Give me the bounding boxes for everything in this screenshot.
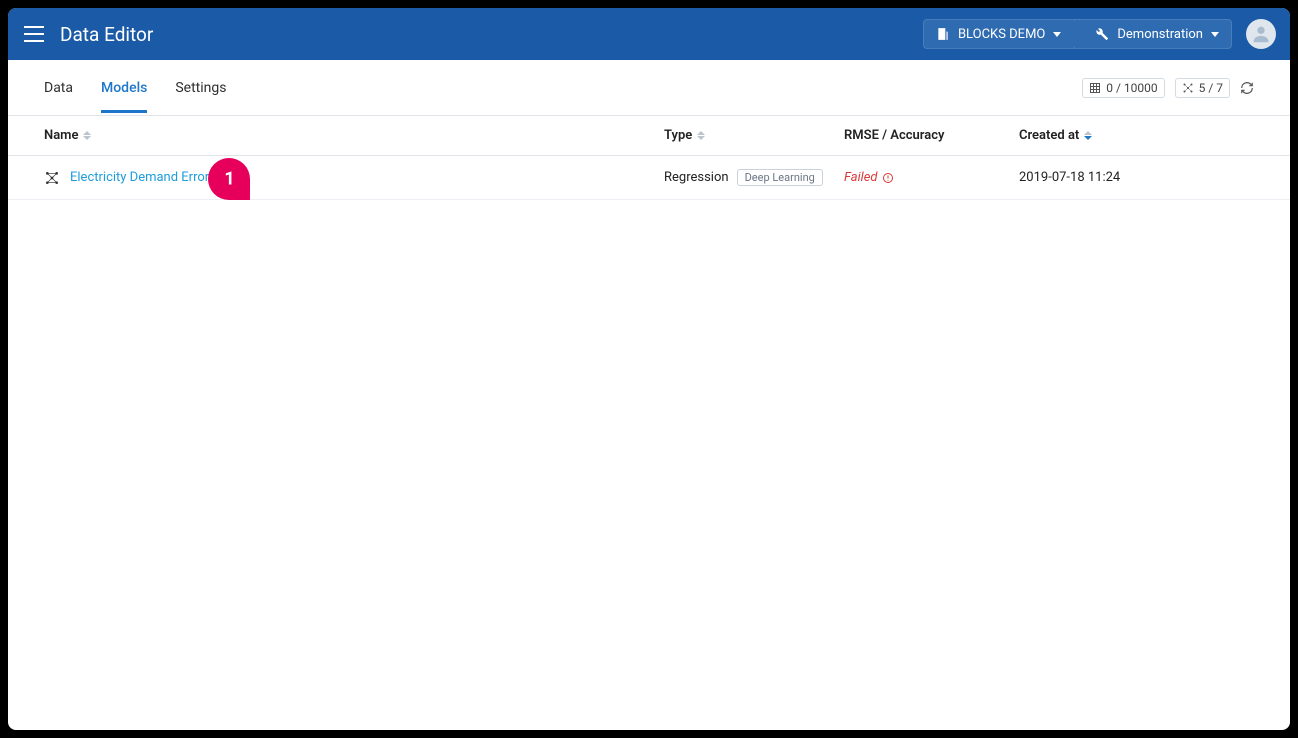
table-header: Name Type RMSE / Accuracy Created at (8, 116, 1290, 156)
col-created[interactable]: Created at (1019, 128, 1254, 143)
network-icon (1182, 82, 1194, 94)
breadcrumb-project[interactable]: Demonstration (1074, 19, 1232, 49)
sort-icon (697, 131, 705, 140)
tabs-bar: Data Models Settings 0 / 10000 5 / 7 (8, 60, 1290, 116)
hamburger-menu-icon[interactable] (22, 22, 46, 46)
caret-down-icon (1053, 32, 1061, 37)
row-menu-button[interactable] (1254, 170, 1290, 186)
col-name[interactable]: Name (44, 128, 664, 143)
refresh-icon (1240, 81, 1254, 95)
sort-icon (1084, 131, 1092, 140)
rows-count: 0 / 10000 (1106, 81, 1157, 95)
tab-settings[interactable]: Settings (175, 62, 226, 113)
breadcrumb-org-label: BLOCKS DEMO (958, 27, 1045, 42)
user-icon (1250, 23, 1272, 45)
breadcrumb-project-label: Demonstration (1117, 27, 1203, 42)
model-type: Regression (664, 170, 729, 185)
caret-down-icon (1211, 32, 1219, 37)
tab-models[interactable]: Models (101, 62, 147, 113)
app-header: Data Editor BLOCKS DEMO Demonstration (8, 8, 1290, 60)
col-type[interactable]: Type (664, 128, 844, 143)
app-title: Data Editor (60, 23, 923, 46)
sort-icon (83, 131, 91, 140)
table-row: Electricity Demand Error Regression Deep… (8, 156, 1290, 200)
avatar[interactable] (1246, 19, 1276, 49)
model-status: Failed (844, 170, 1019, 185)
rows-chip: 0 / 10000 (1082, 78, 1164, 98)
building-icon (936, 27, 950, 41)
tab-data[interactable]: Data (44, 62, 73, 113)
model-name-link[interactable]: Electricity Demand Error (70, 170, 209, 185)
alert-icon (882, 172, 894, 184)
model-method-badge: Deep Learning (737, 169, 823, 186)
col-rmse[interactable]: RMSE / Accuracy (844, 128, 1019, 143)
grid-icon (1089, 82, 1101, 94)
model-created-at: 2019-07-18 11:24 (1019, 170, 1254, 185)
models-table: Name Type RMSE / Accuracy Created at Ele… (8, 116, 1290, 200)
wrench-icon (1095, 27, 1109, 41)
annotation-marker: 1 (208, 158, 250, 200)
fields-chip: 5 / 7 (1175, 78, 1230, 98)
breadcrumb-org[interactable]: BLOCKS DEMO (923, 19, 1074, 49)
model-icon (44, 170, 60, 186)
refresh-button[interactable] (1240, 81, 1254, 95)
fields-count: 5 / 7 (1199, 81, 1223, 95)
